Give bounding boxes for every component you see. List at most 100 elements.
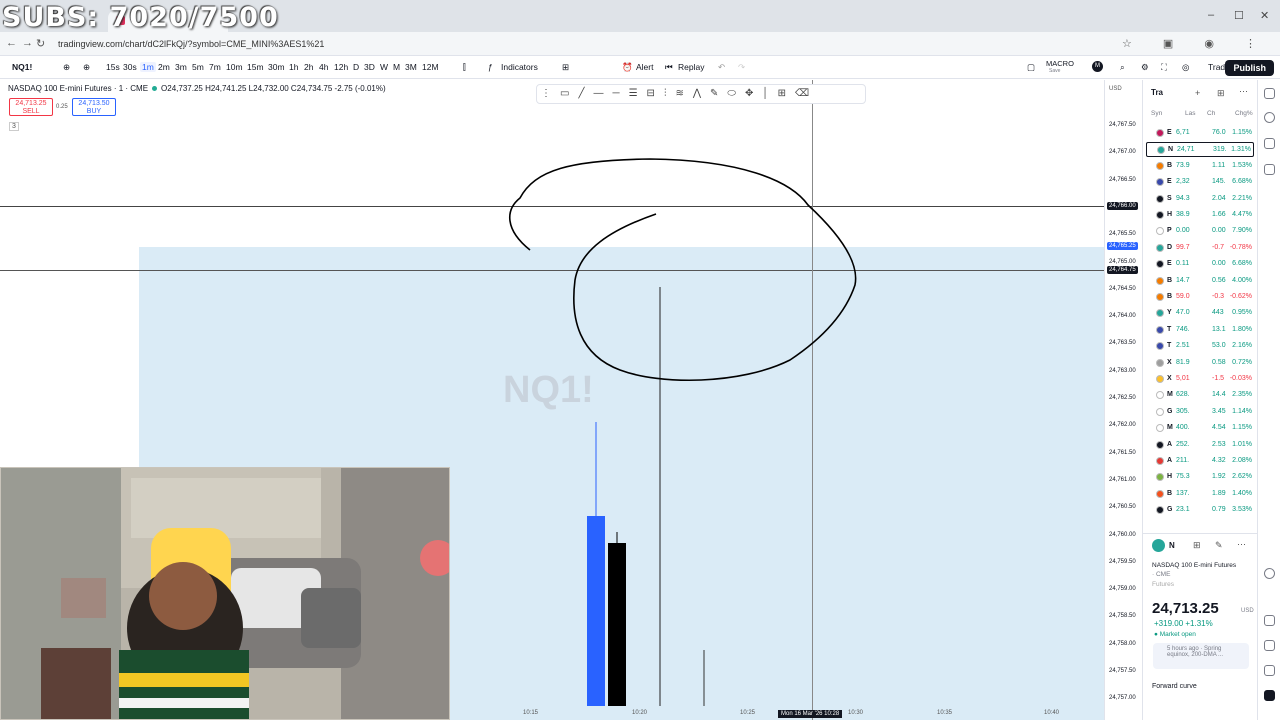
fullscreen-icon[interactable]: ⛶	[1161, 62, 1167, 73]
channel-tool-icon[interactable]: ⊟	[647, 88, 664, 99]
settings-icon[interactable]: ⚙	[1141, 62, 1149, 73]
edit-icon[interactable]: ✎	[1215, 540, 1223, 551]
pattern-tool-icon[interactable]: ⋀	[693, 88, 710, 99]
watchlist-row[interactable]: E 0.11 0.00 6.68%	[1146, 257, 1254, 272]
detail-name[interactable]: NASDAQ 100 E-mini Futures	[1152, 562, 1236, 569]
watchlist-row[interactable]: A 211. 4.32 2.08%	[1146, 454, 1254, 469]
interval-d[interactable]: D	[353, 62, 359, 72]
watchlist-row[interactable]: E 6,71 76.0 1.15%	[1146, 126, 1254, 141]
layout-icon[interactable]: ⊞	[1217, 88, 1225, 99]
col-last[interactable]: Las	[1185, 110, 1195, 117]
interval-3m[interactable]: 3m	[175, 62, 187, 72]
watchlist-row[interactable]: M 400. 4.54 1.15%	[1146, 421, 1254, 436]
redo-icon[interactable]: ↷	[738, 62, 745, 73]
fib-tool-icon[interactable]: ☰	[629, 88, 647, 99]
url-field[interactable]: tradingview.com/chart/dC2lFkQj/?symbol=C…	[58, 39, 324, 49]
measure-tool-icon[interactable]: ✥	[745, 88, 762, 99]
alerts-icon[interactable]	[1264, 112, 1275, 123]
col-change[interactable]: Ch	[1207, 110, 1215, 117]
watchlist-row[interactable]: A 252. 2.53 1.01%	[1146, 438, 1254, 453]
interval-15m[interactable]: 15m	[247, 62, 264, 72]
sell-button[interactable]: 24,713.25 SELL	[9, 98, 53, 116]
watchlist-row[interactable]: S 94.3 2.04 2.21%	[1146, 192, 1254, 207]
undo-icon[interactable]: ↶	[718, 62, 725, 73]
vline-tool-icon[interactable]: │	[762, 88, 777, 99]
col-change-pct[interactable]: Chg%	[1235, 110, 1253, 117]
watchlist-row[interactable]: X 5,01 -1.5 -0.03%	[1146, 372, 1254, 387]
buy-button[interactable]: 24,713.50 BUY	[72, 98, 116, 116]
layers-icon[interactable]	[1264, 138, 1275, 149]
ellipse-tool-icon[interactable]: ⬭	[727, 88, 745, 99]
indicators-button[interactable]: Indicators	[501, 62, 538, 72]
watchlist-row[interactable]: H 38.9 1.66 4.47%	[1146, 208, 1254, 223]
watchlist-icon[interactable]	[1264, 88, 1275, 99]
time-axis[interactable]: 10:15 10:20 10:25 10:30 10:35 10:40 Mon …	[450, 706, 1104, 720]
forward-icon[interactable]: →	[22, 37, 33, 49]
replay-button[interactable]: Replay	[678, 62, 704, 72]
watchlist-row[interactable]: B 137. 1.89 1.40%	[1146, 487, 1254, 502]
freehand-brush-drawing[interactable]	[508, 158, 857, 382]
watchlist-row[interactable]: X 81.9 0.58 0.72%	[1146, 356, 1254, 371]
interval-2h[interactable]: 2h	[304, 62, 313, 72]
interval-12m[interactable]: 12M	[422, 62, 439, 72]
interval-1h[interactable]: 1h	[289, 62, 298, 72]
interval-30m[interactable]: 30m	[268, 62, 285, 72]
news-item[interactable]: 5 hours ago · Spring equinox, 200-DMA ..…	[1153, 643, 1249, 669]
watchlist-row[interactable]: H 75.3 1.92 2.62%	[1146, 470, 1254, 485]
chart-title[interactable]: NASDAQ 100 E-mini Futures · 1 · CME	[8, 84, 148, 93]
brush-tool-icon[interactable]: ✎	[710, 88, 727, 99]
layout-icon[interactable]: ▢	[1027, 62, 1035, 73]
watchlist-row[interactable]: Y 47.0 443 0.95%	[1146, 306, 1254, 321]
ray-tool-icon[interactable]: ─	[612, 88, 628, 99]
hline-tool-icon[interactable]: —	[593, 88, 612, 99]
browser-action-icons[interactable]: ☆ ▣ ◉ ⋮	[1122, 37, 1270, 50]
compare-icon[interactable]: ⊕	[83, 62, 90, 73]
currency-label[interactable]: USD	[1109, 86, 1122, 92]
candle-type-icon[interactable]: ⫿	[463, 62, 466, 73]
avatar[interactable]: M	[1092, 61, 1103, 72]
publish-button[interactable]: Publish	[1225, 60, 1274, 76]
alert-button[interactable]: Alert	[636, 62, 653, 72]
interval-10m[interactable]: 10m	[226, 62, 243, 72]
messages-icon[interactable]	[1264, 665, 1275, 676]
forward-curve-link[interactable]: Forward curve	[1152, 683, 1197, 690]
watchlist-row[interactable]: G 305. 3.45 1.14%	[1146, 405, 1254, 420]
watchlist-row[interactable]: G 23.1 0.79 3.53%	[1146, 503, 1254, 518]
watchlist-row[interactable]: T 746. 13.1 1.80%	[1146, 323, 1254, 338]
maximize-icon[interactable]: ☐	[1234, 9, 1244, 22]
candle-body-up[interactable]	[587, 516, 605, 706]
watchlist-row[interactable]: T 2.51 53.0 2.16%	[1146, 339, 1254, 354]
replay-icon[interactable]: ⏮	[665, 62, 673, 73]
drag-handle-icon[interactable]: ⋮	[541, 88, 560, 99]
interval-1m[interactable]: 1m	[140, 62, 156, 72]
col-symbol[interactable]: Syn	[1151, 110, 1162, 117]
interval-3d[interactable]: 3D	[364, 62, 375, 72]
symbol-search[interactable]: NQ1!	[12, 62, 32, 72]
chat-icon[interactable]	[1264, 164, 1275, 175]
interval-7m[interactable]: 7m	[209, 62, 221, 72]
camera-icon[interactable]: ◎	[1182, 62, 1189, 73]
add-symbol-icon[interactable]: ⊕	[63, 62, 70, 73]
watchlist-row[interactable]: E 2,32 145. 6.68%	[1146, 175, 1254, 190]
watchlist-title[interactable]: Tra	[1151, 88, 1163, 97]
interval-30s[interactable]: 30s	[123, 62, 137, 72]
rect-tool-icon[interactable]: ▭	[560, 88, 578, 99]
clock-icon[interactable]	[1264, 568, 1275, 579]
add-symbol-icon[interactable]: +	[1195, 88, 1200, 98]
back-icon[interactable]: ←	[6, 37, 17, 49]
apps-grid-icon[interactable]	[1264, 690, 1275, 701]
more-icon[interactable]: ⋯	[1239, 86, 1248, 97]
grid-tool-icon[interactable]: ⊞	[778, 88, 795, 99]
interval-12h[interactable]: 12h	[334, 62, 348, 72]
close-window-icon[interactable]: ✕	[1260, 9, 1269, 22]
interval-m[interactable]: M	[393, 62, 400, 72]
alert-icon[interactable]: ⏰	[622, 62, 633, 73]
interval-2m[interactable]: 2m	[158, 62, 170, 72]
interval-w[interactable]: W	[380, 62, 388, 72]
more-icon[interactable]: ⋯	[1237, 539, 1246, 550]
price-axis[interactable]: USD 24,767.50 24,767.00 24,766.50 24,766.00…	[1104, 80, 1142, 720]
calendar-icon[interactable]	[1264, 615, 1275, 626]
interval-15s[interactable]: 15s	[106, 62, 120, 72]
watchlist-row[interactable]: D 99.7 -0.7 -0.78%	[1146, 241, 1254, 256]
candle-body-down[interactable]	[608, 543, 626, 706]
